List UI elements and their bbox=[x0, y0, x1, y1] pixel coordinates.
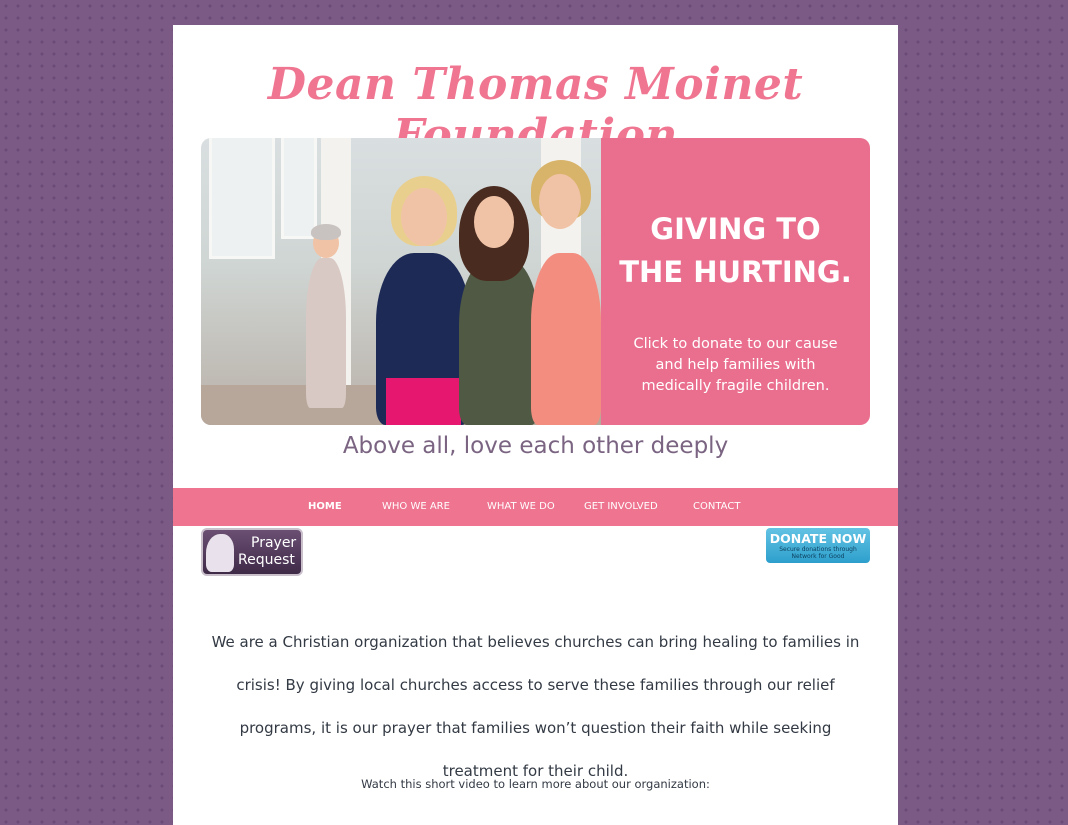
site-tagline: Above all, love each other deeply bbox=[342, 433, 729, 459]
prayer-label-line2: Request bbox=[238, 552, 295, 568]
nav-item-home[interactable]: Home bbox=[308, 488, 342, 526]
page-container: Dean Thomas Moinet Foundation GIVING TO … bbox=[173, 25, 898, 825]
praying-silhouette-icon bbox=[206, 534, 234, 572]
nav-item-what-we-do[interactable]: What We Do bbox=[487, 488, 555, 526]
donate-sub-line2: Network for Good bbox=[791, 553, 845, 560]
nav-item-get-involved[interactable]: Get Involved bbox=[584, 488, 658, 526]
banner-headline-line2: THE HURTING. bbox=[619, 255, 852, 289]
intro-paragraph: We are a Christian organization that bel… bbox=[211, 633, 860, 780]
banner-subtext: Click to donate to our cause and help fa… bbox=[601, 334, 870, 397]
banner-sub-line1: Click to donate to our cause bbox=[633, 336, 838, 352]
donate-sub-line1: Secure donations through bbox=[779, 546, 857, 553]
banner-headline-line1: GIVING TO bbox=[650, 212, 821, 246]
donate-now-button[interactable]: DONATE NOW Secure donations through Netw… bbox=[766, 528, 870, 563]
banner-headline: GIVING TO THE HURTING. bbox=[601, 208, 870, 294]
prayer-label-line1: Prayer bbox=[251, 535, 297, 551]
banner-photo bbox=[201, 138, 601, 425]
donate-banner[interactable]: GIVING TO THE HURTING. Click to donate t… bbox=[201, 138, 870, 425]
banner-sub-line2: and help families with bbox=[655, 357, 816, 373]
video-note: Watch this short video to learn more abo… bbox=[361, 777, 710, 791]
banner-sub-line3: medically fragile children. bbox=[641, 378, 830, 394]
nav-item-who-we-are[interactable]: Who We Are bbox=[382, 488, 450, 526]
main-nav: Home Who We Are What We Do Get Involved … bbox=[173, 488, 898, 526]
donate-label: DONATE NOW bbox=[769, 531, 867, 546]
prayer-request-button[interactable]: Prayer Request bbox=[201, 528, 303, 576]
nav-item-contact[interactable]: Contact bbox=[693, 488, 740, 526]
